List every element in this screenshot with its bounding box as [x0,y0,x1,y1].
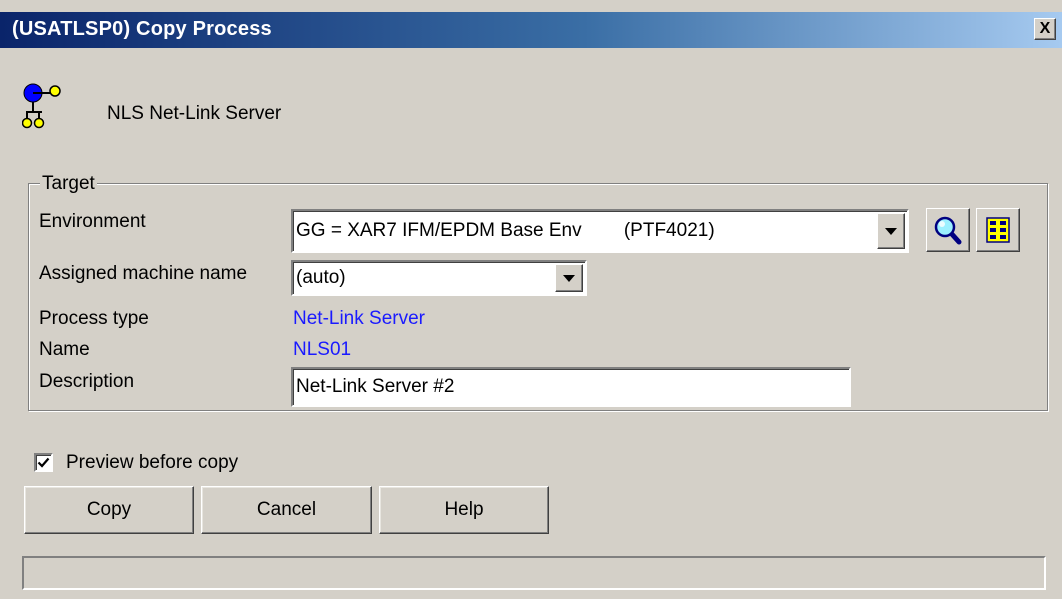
machine-value: (auto) [296,267,346,288]
description-value: Net-Link Server #2 [296,376,455,397]
copy-button-label: Copy [86,499,132,520]
process-heading: NLS Net-Link Server [107,103,282,124]
preview-checkbox[interactable] [34,453,53,472]
target-group-label: Target [40,173,97,195]
cancel-button[interactable]: Cancel [201,486,372,534]
title-bar[interactable]: (USATLSP0) Copy Process X [0,12,1062,48]
environment-dropdown-button[interactable] [877,213,905,249]
copy-button[interactable]: Copy [24,486,194,534]
network-tree-icon [22,83,61,129]
chevron-down-icon [885,227,897,235]
environment-combobox[interactable]: GG = XAR7 IFM/EPDM Base Env (PTF4021) [291,209,909,253]
list-columns-icon [986,217,1010,243]
checkmark-icon [37,457,50,468]
chevron-down-icon [563,274,575,282]
preview-label[interactable]: Preview before copy [66,452,238,474]
copy-process-dialog: (USATLSP0) Copy Process X NLS Net-Link S… [0,0,1062,599]
environment-label: Environment [39,211,146,232]
machine-combobox[interactable]: (auto) [291,260,587,296]
window-title: (USATLSP0) Copy Process [12,18,272,40]
close-button[interactable]: X [1034,18,1056,40]
process-type-value: Net-Link Server [293,308,425,329]
description-label: Description [39,371,135,392]
search-icon [934,216,962,245]
cancel-button-label: Cancel [256,499,317,520]
description-input[interactable]: Net-Link Server #2 [291,367,851,407]
close-icon: X [1039,20,1051,37]
name-value: NLS01 [293,339,352,360]
name-label: Name [39,339,90,360]
process-type-label: Process type [39,308,149,329]
machine-label: Assigned machine name [39,263,248,284]
help-button-label: Help [444,499,484,520]
environment-value: GG = XAR7 IFM/EPDM Base Env (PTF4021) [296,220,715,241]
status-bar [22,556,1046,590]
machine-dropdown-button[interactable] [555,264,583,292]
search-button[interactable] [926,208,970,252]
columns-button[interactable] [976,208,1020,252]
help-button[interactable]: Help [379,486,549,534]
